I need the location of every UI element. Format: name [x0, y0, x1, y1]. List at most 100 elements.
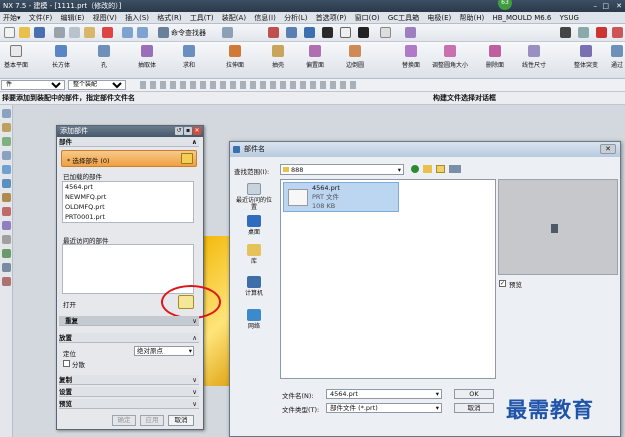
- paste-icon[interactable]: [84, 27, 95, 38]
- back-icon[interactable]: [411, 165, 419, 173]
- file-cancel-button[interactable]: 取消: [454, 403, 494, 413]
- wireframe-icon[interactable]: [340, 27, 351, 38]
- filetype-select[interactable]: 部件文件 (*.prt) ▾: [326, 403, 442, 413]
- delete-icon[interactable]: [102, 27, 113, 38]
- recent-parts-list[interactable]: [62, 244, 194, 294]
- fit-view-icon[interactable]: [268, 27, 279, 38]
- shaded-view-icon[interactable]: [322, 27, 333, 38]
- process-studio-icon[interactable]: [2, 221, 11, 230]
- navigator-icon[interactable]: [2, 109, 11, 118]
- extract-body-button[interactable]: 抽取体: [138, 45, 156, 70]
- undo-icon[interactable]: [122, 27, 133, 38]
- shell-button[interactable]: 抽壳: [272, 45, 284, 70]
- part-section-header[interactable]: 部件 ∧: [59, 137, 199, 147]
- layer-icon[interactable]: [380, 27, 391, 38]
- menu-gc-toolkit[interactable]: GC工具箱: [385, 12, 422, 23]
- new-file-icon[interactable]: [4, 27, 15, 38]
- apply-button[interactable]: 应用: [140, 415, 164, 426]
- circle-icon[interactable]: [612, 27, 623, 38]
- menu-analysis[interactable]: 分析(L): [281, 12, 310, 23]
- palettes-icon[interactable]: [2, 277, 11, 286]
- file-item[interactable]: 4564.prt PRT 文件 108 KB: [283, 182, 399, 212]
- command-finder-label[interactable]: 命令查找器: [171, 28, 206, 38]
- menu-format[interactable]: 格式(R): [154, 12, 184, 23]
- menu-electrode[interactable]: 电极(E): [424, 12, 454, 23]
- constraint-navigator-icon[interactable]: [2, 137, 11, 146]
- menu-file[interactable]: 文件(F): [26, 12, 56, 23]
- menu-preferences[interactable]: 首选项(P): [313, 12, 350, 23]
- lookin-select[interactable]: 888 ▾: [280, 164, 404, 175]
- type-filter-select[interactable]: 件: [1, 80, 65, 90]
- part-navigator-icon[interactable]: [2, 151, 11, 160]
- ok-button[interactable]: 确定: [112, 415, 136, 426]
- reset-icon[interactable]: ↺: [175, 127, 183, 135]
- offset-face-button[interactable]: 偏置面: [306, 45, 324, 70]
- datum-plane-button[interactable]: 基本平面: [4, 45, 28, 70]
- position-select[interactable]: 绝对原点 ▾: [134, 346, 194, 356]
- menu-tools[interactable]: 工具(T): [187, 12, 217, 23]
- measure-icon[interactable]: [405, 27, 416, 38]
- global-shaping-button[interactable]: 整体突变: [574, 45, 598, 70]
- snap-point-icons[interactable]: [140, 81, 360, 89]
- save-icon[interactable]: [34, 27, 45, 38]
- menu-window[interactable]: 窗口(O): [352, 12, 383, 23]
- menu-insert[interactable]: 插入(S): [122, 12, 152, 23]
- menu-start[interactable]: 开始▾: [0, 12, 24, 23]
- open-file-icon[interactable]: [19, 27, 30, 38]
- list-item[interactable]: NEWMFQ.prt: [63, 192, 193, 202]
- file-list[interactable]: 4564.prt PRT 文件 108 KB: [280, 179, 496, 379]
- list-item[interactable]: OLDMFQ.prt: [63, 202, 193, 212]
- view-menu-icon[interactable]: [449, 165, 461, 173]
- selection-scope-select[interactable]: 整个装配: [68, 80, 126, 90]
- select-part-row[interactable]: * 选择部件 (0): [61, 150, 197, 167]
- manufacturing-wizard-icon[interactable]: [2, 235, 11, 244]
- list-item[interactable]: PRT0001.prt: [63, 212, 193, 222]
- scatter-checkbox[interactable]: [63, 360, 70, 367]
- roles-icon[interactable]: [2, 249, 11, 258]
- menu-hb-mould[interactable]: HB_MOULD M6.6: [489, 12, 554, 23]
- menu-edit[interactable]: 编辑(E): [57, 12, 87, 23]
- command-finder-icon[interactable]: [158, 27, 169, 38]
- copy-section-header[interactable]: 复制 ∨: [59, 375, 199, 385]
- snap-icon[interactable]: [560, 27, 571, 38]
- place-computer[interactable]: 计算机: [234, 276, 274, 297]
- maximize-icon[interactable]: □: [602, 0, 609, 12]
- sketch-icon[interactable]: [222, 27, 233, 38]
- place-desktop[interactable]: 桌面: [234, 215, 274, 236]
- line-icon[interactable]: [578, 27, 589, 38]
- settings-section-header[interactable]: 设置 ∨: [59, 387, 199, 397]
- edge-blend-button[interactable]: 边倒圆: [346, 45, 364, 70]
- close-dialog-icon[interactable]: ✕: [193, 127, 201, 135]
- place-network[interactable]: 网络: [234, 309, 274, 330]
- arc-icon[interactable]: [596, 27, 607, 38]
- resize-blend-button[interactable]: 调整圆角大小: [432, 45, 468, 70]
- assembly-navigator-icon[interactable]: [2, 123, 11, 132]
- close-window-icon[interactable]: ✕: [616, 0, 622, 12]
- rotate-icon[interactable]: [304, 27, 315, 38]
- close-file-dialog-icon[interactable]: ✕: [600, 144, 616, 154]
- cancel-button[interactable]: 取消: [168, 415, 194, 426]
- system-materials-icon[interactable]: [2, 207, 11, 216]
- place-recent[interactable]: 最近访问的位置: [234, 183, 274, 211]
- part-name-header[interactable]: 部件名 ✕: [230, 142, 620, 157]
- through-curves-button[interactable]: 通过: [611, 45, 623, 70]
- file-ok-button[interactable]: OK: [454, 389, 494, 399]
- menu-assemblies[interactable]: 装配(A): [219, 12, 249, 23]
- minimize-icon[interactable]: –: [594, 0, 598, 12]
- block-button[interactable]: 长方体: [52, 45, 70, 70]
- web-browser-icon[interactable]: [2, 179, 11, 188]
- replace-face-button[interactable]: 替换面: [402, 45, 420, 70]
- menu-view[interactable]: 视图(V): [90, 12, 120, 23]
- delete-face-button[interactable]: 删除面: [486, 45, 504, 70]
- zoom-icon[interactable]: [286, 27, 297, 38]
- unite-button[interactable]: 求和: [183, 45, 195, 70]
- linear-dimension-button[interactable]: 线性尺寸: [522, 45, 546, 70]
- filename-input[interactable]: 4564.prt ▾: [326, 389, 442, 399]
- up-folder-icon[interactable]: [423, 165, 432, 173]
- new-folder-icon[interactable]: [436, 165, 445, 173]
- color-icon[interactable]: [358, 27, 369, 38]
- copy-icon[interactable]: [69, 27, 80, 38]
- add-component-header[interactable]: 添加部件 ↺ ▪ ✕: [57, 126, 203, 137]
- menu-ysug[interactable]: YSUG: [557, 12, 582, 23]
- menu-information[interactable]: 信息(I): [251, 12, 279, 23]
